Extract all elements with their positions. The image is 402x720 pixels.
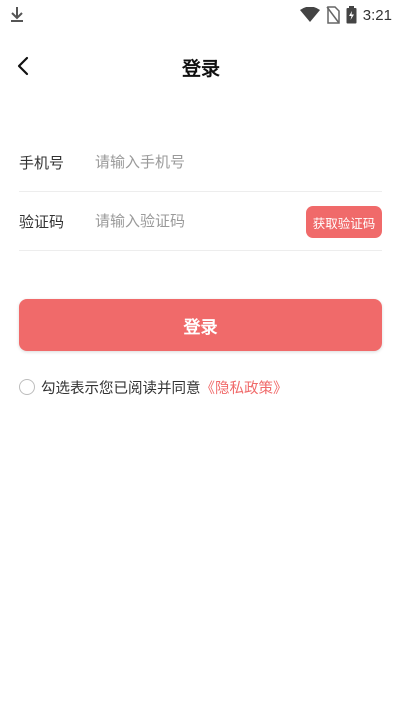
phone-input[interactable] xyxy=(95,147,285,177)
nav-bar: 登录 xyxy=(0,44,402,88)
phone-row: 手机号 xyxy=(19,133,382,192)
login-button[interactable]: 登录 xyxy=(19,299,382,351)
code-input[interactable] xyxy=(95,206,285,236)
no-sim-icon xyxy=(326,6,340,24)
page-title: 登录 xyxy=(181,58,220,80)
agree-checkbox[interactable] xyxy=(19,379,35,395)
code-label: 验证码 xyxy=(19,213,65,231)
battery-charging-icon xyxy=(346,6,357,24)
status-bar: 3:21 xyxy=(0,0,402,30)
get-code-button[interactable]: 获取验证码 xyxy=(306,206,382,238)
agreement-text: 勾选表示您已阅读并同意 xyxy=(41,380,201,397)
download-icon xyxy=(11,7,23,22)
wifi-icon xyxy=(299,7,320,22)
agreement-row: 勾选表示您已阅读并同意 《隐私政策》 xyxy=(19,376,288,398)
phone-label: 手机号 xyxy=(19,154,65,172)
privacy-policy-link[interactable]: 《隐私政策》 xyxy=(201,377,288,398)
code-row: 验证码 获取验证码 xyxy=(19,192,382,251)
status-time: 3:21 xyxy=(362,6,392,24)
